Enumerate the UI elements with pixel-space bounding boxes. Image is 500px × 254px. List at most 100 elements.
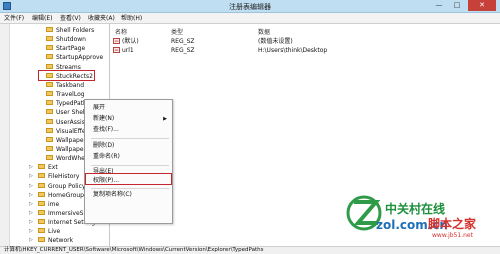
tree-item[interactable]: Wallpapers xyxy=(46,145,89,154)
tree-item[interactable]: Wallpaper xyxy=(46,136,86,145)
status-bar: 计算机\HKEY_CURRENT_USER\Software\Microsoft… xyxy=(0,246,500,254)
maximize-button[interactable]: □ xyxy=(448,0,466,11)
tree-item[interactable]: StartPage xyxy=(46,44,85,53)
folder-icon xyxy=(46,91,53,97)
value-type: REG_SZ xyxy=(171,38,195,45)
tree-item-label: HomeGroup xyxy=(48,191,84,199)
ctx-separator xyxy=(91,188,169,189)
context-menu: 展开 新建(N) ▶ 查找(F)... 删除(D) 重命名(R) 导出(E) 权限… xyxy=(84,99,173,224)
value-data: (数值未设置) xyxy=(258,38,293,45)
expand-arrow-icon[interactable]: ▷ xyxy=(29,236,33,245)
folder-icon xyxy=(38,191,45,197)
menu-help[interactable]: 帮助(H) xyxy=(121,14,142,23)
tree-item-label: Live xyxy=(48,228,61,236)
folder-icon xyxy=(46,127,53,133)
tree-item-label: UserAssist xyxy=(56,118,88,126)
expand-arrow-icon[interactable]: ▷ xyxy=(29,218,33,227)
tree-item[interactable]: Shutdown xyxy=(46,35,86,44)
folder-icon xyxy=(46,63,53,69)
permissions-highlight-box xyxy=(85,173,172,185)
tree-item[interactable]: StartupApprove xyxy=(46,53,103,62)
tree-scrollbar[interactable] xyxy=(0,24,10,246)
ctx-copy-key-name[interactable]: 复制项名称(C) xyxy=(85,190,173,200)
tree-item[interactable]: ▷ ime xyxy=(29,200,60,209)
minimize-button[interactable]: — xyxy=(430,0,448,11)
folder-icon xyxy=(46,100,53,106)
expand-arrow-icon[interactable]: ▷ xyxy=(29,172,33,181)
tree-item-label: Shell Folders xyxy=(56,27,95,34)
tree-item[interactable]: UserAssist xyxy=(46,118,87,127)
tree-item[interactable]: ▷ FileHistory xyxy=(29,172,80,181)
value-data: H:\Users\think\Desktop xyxy=(258,47,328,54)
folder-icon xyxy=(46,54,53,60)
menu-favorites[interactable]: 收藏夹(A) xyxy=(88,14,115,23)
close-button[interactable]: ✕ xyxy=(468,0,496,11)
tree-item-label: StartPage xyxy=(56,45,86,53)
tree-item[interactable]: ▷ Live xyxy=(29,227,61,236)
folder-icon xyxy=(46,155,53,161)
value-name: url1 xyxy=(122,47,134,54)
folder-icon xyxy=(46,136,53,142)
tree-item-label: FileHistory xyxy=(48,173,80,181)
folder-icon xyxy=(38,200,45,206)
menu-file[interactable]: 文件(F) xyxy=(4,14,24,23)
tree-item-label: StartupApprove xyxy=(56,54,104,62)
menu-view[interactable]: 查看(V) xyxy=(60,14,81,23)
watermark-jb51-url: www.jb51.net xyxy=(432,232,473,239)
expand-arrow-icon[interactable]: ▷ xyxy=(29,209,33,218)
expand-arrow-icon[interactable]: ▷ xyxy=(29,163,33,172)
column-name[interactable]: 名称 xyxy=(115,27,127,36)
expand-arrow-icon[interactable]: ▷ xyxy=(29,200,33,209)
column-data[interactable]: 数据 xyxy=(258,27,270,36)
tree-item[interactable]: TravelLog xyxy=(46,90,85,99)
tree-item-label: ime xyxy=(48,200,60,208)
ctx-separator xyxy=(91,165,169,166)
menu-bar: 文件(F) 编辑(E) 查看(V) 收藏夹(A) 帮助(H) xyxy=(0,13,500,24)
watermark-jb51-chinese: 脚本之家 xyxy=(428,217,477,231)
folder-icon xyxy=(46,45,53,51)
tree-item-label: Group Policy xyxy=(48,182,86,190)
tree-item[interactable]: ▷ Ext xyxy=(29,163,58,172)
tree-item-label: Ext xyxy=(48,164,58,172)
folder-icon xyxy=(46,109,53,115)
expand-arrow-icon[interactable]: ▷ xyxy=(29,182,33,191)
title-bar: 注册表编辑器 — □ ✕ xyxy=(0,0,500,13)
ctx-rename[interactable]: 重命名(R) xyxy=(85,152,173,162)
typedpaths-highlight-box xyxy=(38,70,95,81)
folder-icon xyxy=(38,182,45,188)
tree-item-label: Wallpaper xyxy=(56,136,87,144)
value-type: REG_SZ xyxy=(171,47,195,54)
folder-icon xyxy=(38,164,45,170)
submenu-arrow-icon: ▶ xyxy=(163,116,167,122)
tree-item[interactable]: ▷ Group Policy xyxy=(29,182,86,191)
tree-item-label: TravelLog xyxy=(56,91,85,99)
value-row[interactable]: ab url1 xyxy=(113,46,134,55)
expand-arrow-icon[interactable]: ▷ xyxy=(29,191,33,200)
tree-item-label: Shutdown xyxy=(56,36,86,44)
ctx-expand[interactable]: 展开 xyxy=(85,103,173,113)
folder-icon xyxy=(38,228,45,234)
tree-item-label: Network xyxy=(48,237,74,245)
ctx-new-label: 新建(N) xyxy=(93,115,115,122)
tree-item[interactable]: Shell Folders xyxy=(46,26,94,35)
tree-item[interactable]: ▷ HomeGroup xyxy=(29,191,84,200)
folder-icon xyxy=(38,219,45,225)
folder-icon xyxy=(46,118,53,124)
value-name: (默认) xyxy=(122,38,139,45)
tree-item[interactable]: Taskband xyxy=(46,81,84,90)
menu-edit[interactable]: 编辑(E) xyxy=(32,14,52,23)
ctx-delete[interactable]: 删除(D) xyxy=(85,141,173,151)
expand-arrow-icon[interactable]: ▷ xyxy=(29,227,33,236)
folder-icon xyxy=(38,237,45,243)
value-row[interactable]: ab (默认) xyxy=(113,37,139,46)
folder-icon xyxy=(46,81,53,87)
ctx-new[interactable]: 新建(N) ▶ xyxy=(85,114,173,124)
string-value-icon: ab xyxy=(113,46,120,53)
ctx-find[interactable]: 查找(F)... xyxy=(85,125,173,135)
column-type[interactable]: 类型 xyxy=(171,27,183,36)
tree-item-label: Taskband xyxy=(56,81,85,89)
window-title: 注册表编辑器 xyxy=(229,3,271,11)
folder-icon xyxy=(38,210,45,215)
folder-icon xyxy=(46,145,53,151)
tree-item[interactable]: ▷ Network xyxy=(29,236,74,245)
